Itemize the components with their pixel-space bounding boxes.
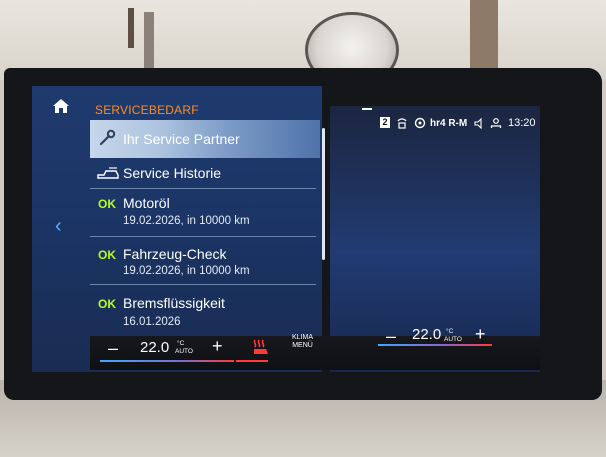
auto-label: AUTO xyxy=(444,336,462,343)
temp-decrease-left-button[interactable]: – xyxy=(108,338,118,359)
minus-indicator xyxy=(362,108,372,110)
back-arrow-icon[interactable]: ‹ xyxy=(55,216,69,236)
climate-menu-label: KLIMA xyxy=(292,334,314,341)
status-badge: OK xyxy=(98,197,116,211)
climate-menu-button[interactable]: KLIMA MENÜ xyxy=(292,334,313,350)
divider xyxy=(90,236,316,237)
volume-icon xyxy=(474,118,482,129)
menu-item-label: Ihr Service Partner xyxy=(123,131,240,147)
home-icon[interactable] xyxy=(52,98,70,114)
temp-unit: °C xyxy=(177,340,185,347)
divider xyxy=(90,284,316,285)
service-item-detail: 19.02.2026, in 10000 km xyxy=(123,215,250,227)
radio-station: hr4 R-M xyxy=(430,118,468,129)
menu-item-label: Service Historie xyxy=(123,165,222,181)
service-history-icon xyxy=(97,167,119,179)
service-item-label: Fahrzeug-Check xyxy=(123,246,227,262)
service-item-detail: 19.02.2026, in 10000 km xyxy=(123,265,250,277)
temp-indicator-line xyxy=(100,360,234,362)
status-badge: OK xyxy=(98,248,116,262)
badge: 2 xyxy=(380,117,390,128)
clock: 13:20 xyxy=(508,117,536,129)
auto-label: AUTO xyxy=(175,348,193,355)
service-item-brake-fluid[interactable]: OK Bremsflüssigkeit 16.01.2026 xyxy=(90,286,320,336)
temp-indicator-line xyxy=(378,344,492,346)
service-item-label: Motoröl xyxy=(123,195,170,211)
connectivity-icon xyxy=(397,118,407,129)
scrollbar[interactable] xyxy=(322,128,325,260)
section-title: SERVICEBEDARF xyxy=(95,103,199,117)
wrench-icon xyxy=(99,129,116,146)
profile-icon xyxy=(490,118,502,128)
service-item-label: Bremsflüssigkeit xyxy=(123,295,225,311)
temp-right-value: 22.0 xyxy=(412,326,442,343)
radio-icon xyxy=(414,117,426,129)
seat-heating-icon[interactable] xyxy=(250,338,272,356)
menu-item-service-partner[interactable]: Ihr Service Partner xyxy=(90,120,320,158)
service-item-engine-oil[interactable]: OK Motoröl 19.02.2026, in 10000 km xyxy=(90,190,320,236)
background-object xyxy=(144,12,154,72)
temp-increase-right-button[interactable]: + xyxy=(475,324,486,345)
background-object xyxy=(128,8,134,48)
status-badge: OK xyxy=(98,297,116,311)
menu-item-service-history[interactable]: Service Historie xyxy=(90,158,320,188)
seat-heating-level xyxy=(236,360,268,362)
service-item-vehicle-check[interactable]: OK Fahrzeug-Check 19.02.2026, in 10000 k… xyxy=(90,238,320,284)
divider xyxy=(90,188,316,189)
temp-left-value: 22.0 xyxy=(140,339,170,356)
climate-menu-label: MENÜ xyxy=(292,342,313,349)
temp-unit: °C xyxy=(446,328,454,335)
service-item-detail: 16.01.2026 xyxy=(123,316,181,328)
temp-increase-left-button[interactable]: + xyxy=(212,336,223,357)
